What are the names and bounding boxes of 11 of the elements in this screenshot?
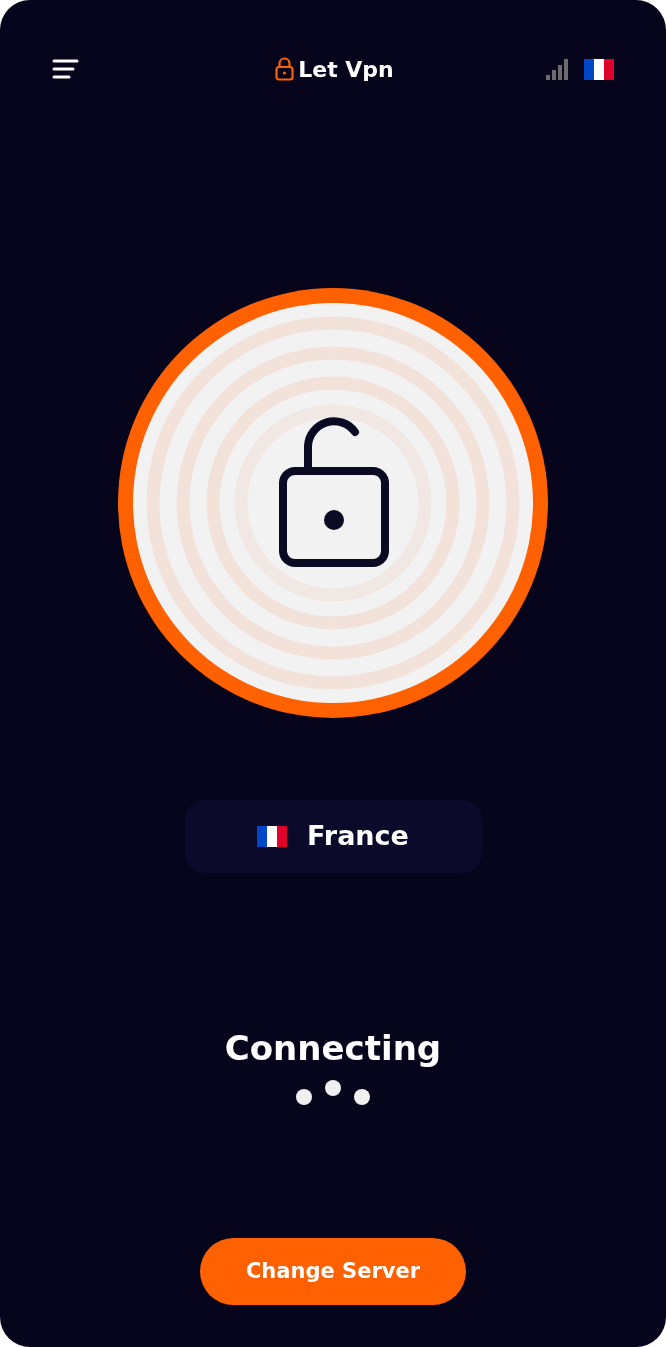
flag-icon[interactable]	[584, 58, 614, 80]
connect-button[interactable]	[118, 288, 548, 718]
menu-icon[interactable]	[52, 58, 79, 80]
signal-icon	[546, 58, 568, 80]
lock-icon	[275, 57, 295, 81]
app-title: Let Vpn	[298, 55, 394, 84]
country-name: France	[307, 819, 409, 854]
flag-icon	[257, 826, 288, 847]
loading-dots-icon	[295, 1080, 371, 1106]
status-text: Connecting	[224, 1027, 442, 1070]
server-selector[interactable]: France	[184, 800, 482, 873]
